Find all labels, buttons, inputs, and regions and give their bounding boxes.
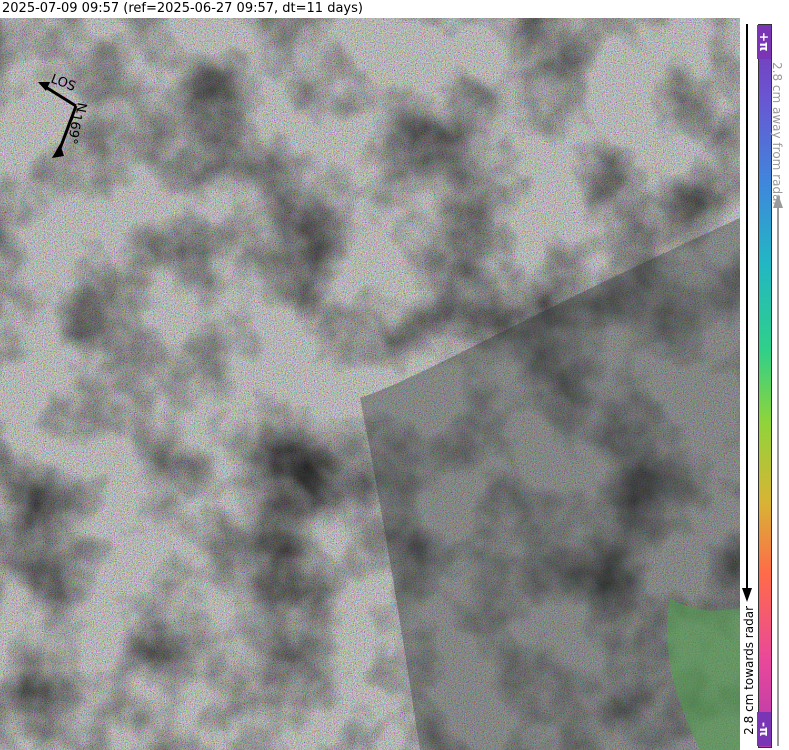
colorbar-top-label: +π [757, 25, 771, 59]
towards-arrow-head [742, 588, 752, 602]
colorbar-bottom-label: -π [757, 712, 771, 746]
interferogram-image [0, 18, 740, 750]
los-compass: LOS N -169° [38, 72, 89, 158]
away-from-radar-label: 2.8 cm away from radar [770, 62, 784, 207]
towards-radar-label: 2.8 cm towards radar [742, 606, 756, 735]
heading-label: -169° [64, 107, 85, 145]
image-title: 2025-07-09 09:57 (ref=2025-06-27 09:57, … [2, 1, 363, 16]
colorbar-panel: +π -π 2.8 cm away from radar 2.8 cm towa… [740, 18, 789, 750]
title-bar: 2025-07-09 09:57 (ref=2025-06-27 09:57, … [0, 0, 789, 18]
interferogram-map: LOS N -169° [0, 18, 740, 750]
towards-arrow [746, 24, 748, 590]
away-arrow [777, 208, 779, 746]
